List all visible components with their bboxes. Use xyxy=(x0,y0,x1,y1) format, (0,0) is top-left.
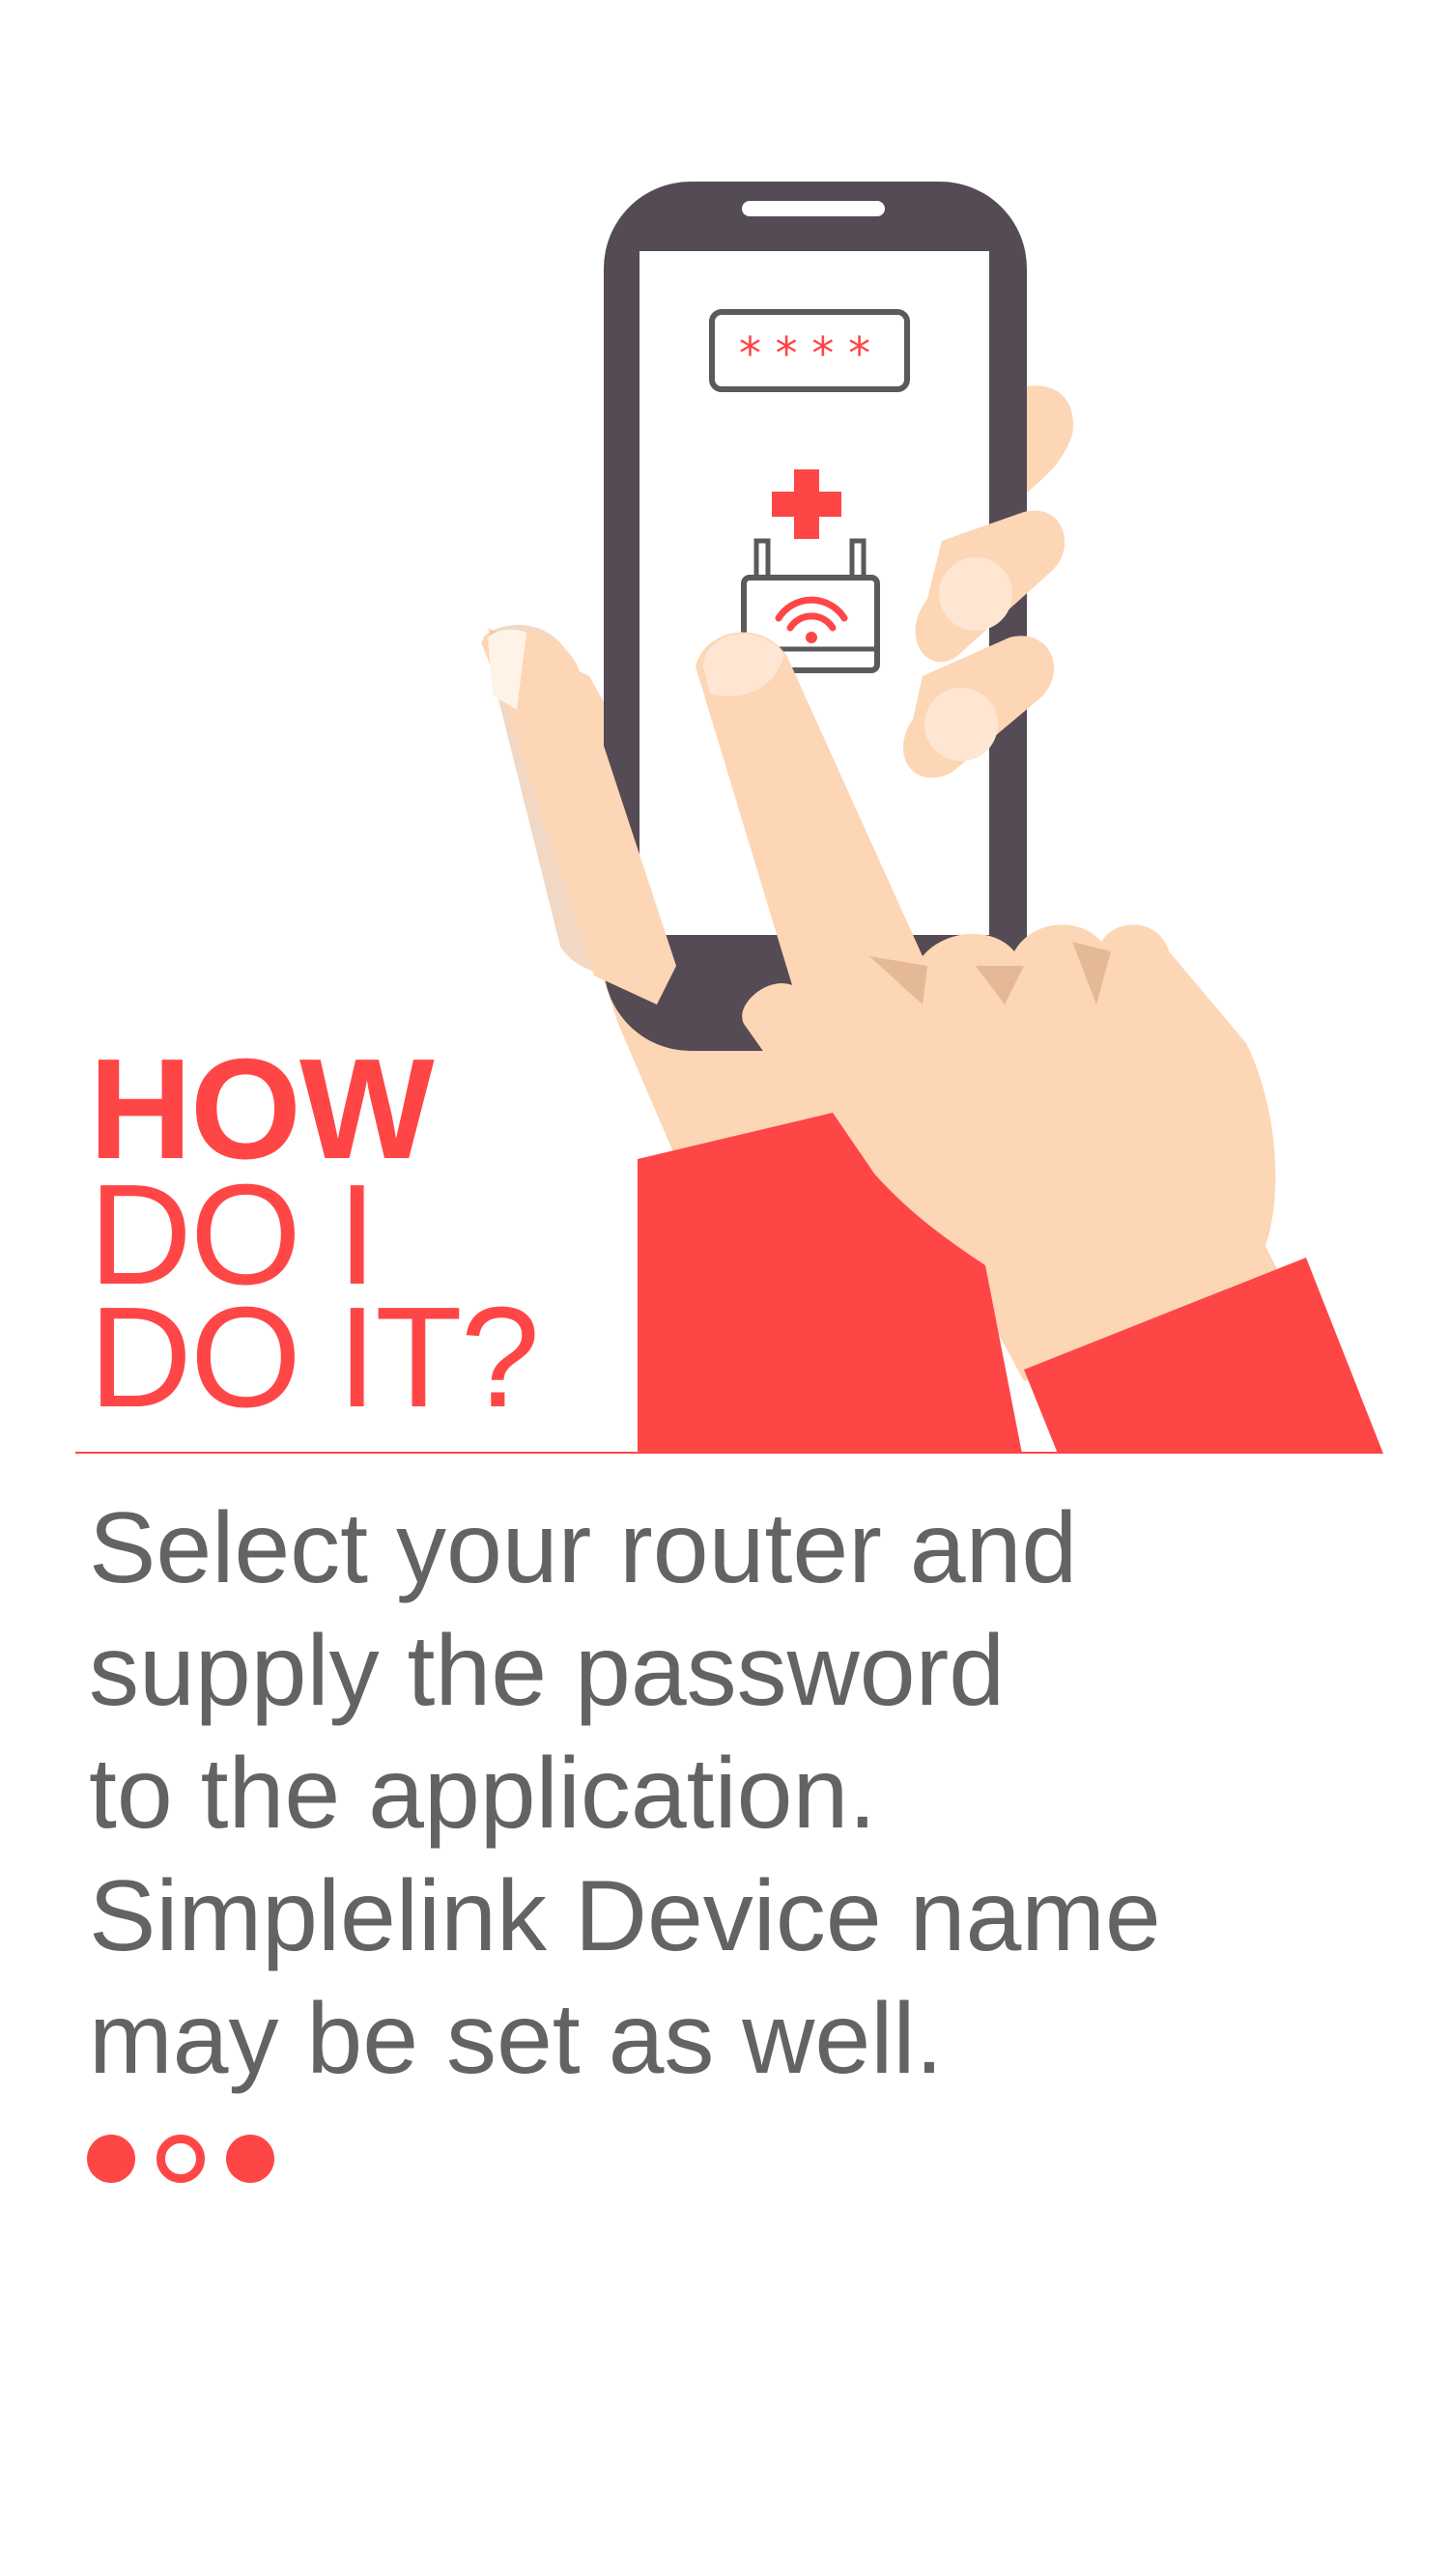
instruction-text: Select your router and supply the passwo… xyxy=(89,1487,1403,2101)
instruction-line: Simplelink Device name xyxy=(89,1860,1161,1972)
instruction-line: to the application. xyxy=(89,1738,877,1850)
password-field-icon: **** xyxy=(709,309,910,392)
section-divider xyxy=(75,1452,1381,1454)
page-dot[interactable] xyxy=(87,2135,135,2183)
page-indicator xyxy=(87,2135,274,2183)
instruction-line: supply the password xyxy=(89,1615,1006,1727)
page-title: HOW DO I DO IT? xyxy=(89,1030,540,1437)
title-line-do-it: DO IT? xyxy=(89,1278,540,1437)
instruction-line: may be set as well. xyxy=(89,1983,944,2095)
title-line-do-i: DO I xyxy=(89,1155,377,1315)
page-dot[interactable] xyxy=(226,2135,274,2183)
password-mask: **** xyxy=(737,327,883,380)
title-line-how: HOW xyxy=(89,1030,435,1189)
instruction-line: Select your router and xyxy=(89,1492,1078,1604)
page-dot-current[interactable] xyxy=(156,2135,205,2183)
